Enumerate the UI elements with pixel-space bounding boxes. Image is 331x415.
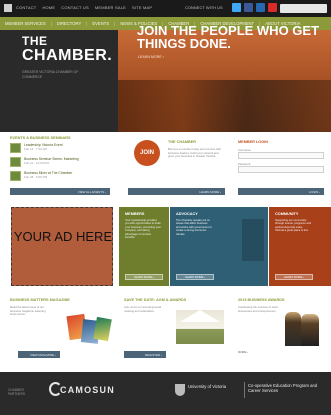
magazine-cover[interactable] bbox=[93, 316, 112, 342]
advocacy-title: ADVOCACY bbox=[176, 212, 198, 216]
nav-item-events[interactable]: EVENTS bbox=[92, 21, 109, 26]
event-date: Feb 14 · 7:30 AM bbox=[24, 147, 48, 151]
event-date: Feb 28 · 5:00 PM bbox=[24, 175, 48, 179]
community-title: COMMUNITY bbox=[275, 212, 299, 216]
twitter-icon[interactable] bbox=[232, 3, 241, 12]
agm-title: SAVE THE DATE: AGM & AWARDS bbox=[124, 298, 187, 302]
member-login-title: MEMBER LOGIN bbox=[238, 140, 268, 144]
ad-placeholder[interactable]: YOUR AD HERE bbox=[11, 207, 113, 286]
awards-title: 2013 BUSINESS AWARDS bbox=[238, 298, 285, 302]
list-item[interactable]: Leadership Victoria Event Feb 14 · 7:30 A… bbox=[10, 143, 110, 157]
members-learn-more-button[interactable]: LEARN MORE › bbox=[125, 274, 163, 280]
community-text: Supporting our community through events,… bbox=[275, 219, 311, 233]
utility-link[interactable]: HOME bbox=[42, 5, 55, 10]
members-text: Your membership provides you with opport… bbox=[125, 219, 162, 240]
utility-link[interactable]: MEMBER SALE bbox=[95, 5, 126, 10]
nav-separator: | bbox=[50, 21, 52, 26]
connect-label: CONNECT WITH US bbox=[185, 5, 223, 10]
magazine-text: Read the latest issue of our business ma… bbox=[10, 305, 46, 316]
nav-separator: | bbox=[114, 21, 116, 26]
login-button[interactable]: LOGIN › bbox=[238, 188, 324, 195]
advocacy-learn-more-button[interactable]: LEARN MORE › bbox=[176, 274, 214, 280]
agm-text: Join us for our annual general meeting a… bbox=[124, 305, 162, 313]
award-winner-photo bbox=[285, 312, 301, 346]
hero-headline: JOIN THE PEOPLE WHO GET THINGS DONE. bbox=[137, 23, 320, 51]
advocacy-panel: ADVOCACY The Chamber speaks out on issue… bbox=[170, 207, 268, 286]
list-item[interactable]: Business Mixer at The Chamber Feb 28 · 5:… bbox=[10, 171, 110, 185]
partners-label: CHAMBER PARTNERS bbox=[8, 388, 26, 396]
utility-link[interactable]: SITE MAP bbox=[132, 5, 152, 10]
search-input[interactable] bbox=[280, 4, 327, 13]
ad-text: YOUR AD HERE bbox=[13, 229, 113, 244]
event-date: Feb 21 · 12:00 PM bbox=[24, 161, 49, 165]
camosun-logo[interactable]: CAMOSUN bbox=[60, 385, 115, 395]
event-thumbnail bbox=[10, 143, 21, 153]
utility-link[interactable]: CONTACT US bbox=[61, 5, 89, 10]
utility-link[interactable]: CONTACT bbox=[16, 5, 36, 10]
register-button[interactable]: REGISTER › bbox=[124, 351, 166, 358]
nav-item-member-services[interactable]: MEMBER SERVICES bbox=[5, 21, 46, 26]
join-badge[interactable]: JOIN bbox=[134, 140, 160, 166]
nav-separator: | bbox=[86, 21, 88, 26]
magazine-title: BUSINESS MATTERS MAGAZINE bbox=[10, 298, 70, 302]
top-utility-bar: CONTACT HOME CONTACT US MEMBER SALE SITE… bbox=[0, 0, 331, 17]
logo-chamber[interactable]: CHAMBER. bbox=[22, 47, 112, 65]
social-icons bbox=[232, 3, 277, 12]
linkedin-icon[interactable] bbox=[256, 3, 265, 12]
join-title: THE CHAMBER bbox=[168, 140, 197, 144]
coop-program-logo[interactable]: Co-operative Education Program and Caree… bbox=[248, 383, 328, 393]
view-all-events-button[interactable]: VIEW ALL EVENTS › bbox=[10, 188, 110, 195]
home-icon[interactable] bbox=[4, 4, 12, 12]
join-description: Become a member today and connect with b… bbox=[168, 147, 222, 159]
uvic-crest-icon bbox=[175, 384, 185, 396]
event-thumbnail bbox=[10, 171, 21, 181]
events-title: EVENTS & BUSINESS SEMINARS bbox=[10, 136, 71, 140]
join-learn-more-button[interactable]: LEARN MORE › bbox=[128, 188, 225, 195]
logo-panel bbox=[0, 30, 118, 132]
logo-the[interactable]: THE bbox=[22, 34, 48, 48]
awards-more-link[interactable]: MORE › bbox=[238, 350, 280, 355]
nav-item-directory[interactable]: DIRECTORY bbox=[57, 21, 82, 26]
members-panel: MEMBERS Your membership provides you wit… bbox=[119, 207, 169, 286]
password-field[interactable] bbox=[238, 166, 324, 173]
logo-subtitle: GREATER VICTORIA CHAMBER OF COMMERCE bbox=[22, 70, 79, 79]
list-item[interactable]: Business Seminar Series: Marketing Feb 21… bbox=[10, 157, 110, 171]
advocacy-photo bbox=[242, 219, 264, 261]
footer-divider bbox=[244, 382, 245, 398]
members-title: MEMBERS bbox=[125, 212, 145, 216]
events-list: Leadership Victoria Event Feb 14 · 7:30 A… bbox=[10, 143, 110, 185]
utility-links: CONTACT HOME CONTACT US MEMBER SALE SITE… bbox=[16, 5, 152, 10]
username-field[interactable] bbox=[238, 152, 324, 159]
community-panel: COMMUNITY Supporting our community throu… bbox=[269, 207, 331, 286]
advocacy-text: The Chamber speaks out on issues that af… bbox=[176, 219, 212, 236]
award-winner-photo bbox=[301, 314, 319, 346]
facebook-icon[interactable] bbox=[244, 3, 253, 12]
hero-photo bbox=[118, 80, 331, 132]
event-thumbnail bbox=[10, 157, 21, 167]
hero-learn-more-link[interactable]: LEARN MORE › bbox=[138, 55, 164, 59]
community-learn-more-button[interactable]: LEARN MORE › bbox=[275, 274, 313, 280]
uvic-logo[interactable]: University of Victoria bbox=[188, 384, 233, 389]
youtube-icon[interactable] bbox=[268, 3, 277, 12]
awards-text: Celebrating the success of local busines… bbox=[238, 305, 278, 313]
view-magazine-button[interactable]: VIEW MAGAZINE › bbox=[18, 351, 60, 358]
